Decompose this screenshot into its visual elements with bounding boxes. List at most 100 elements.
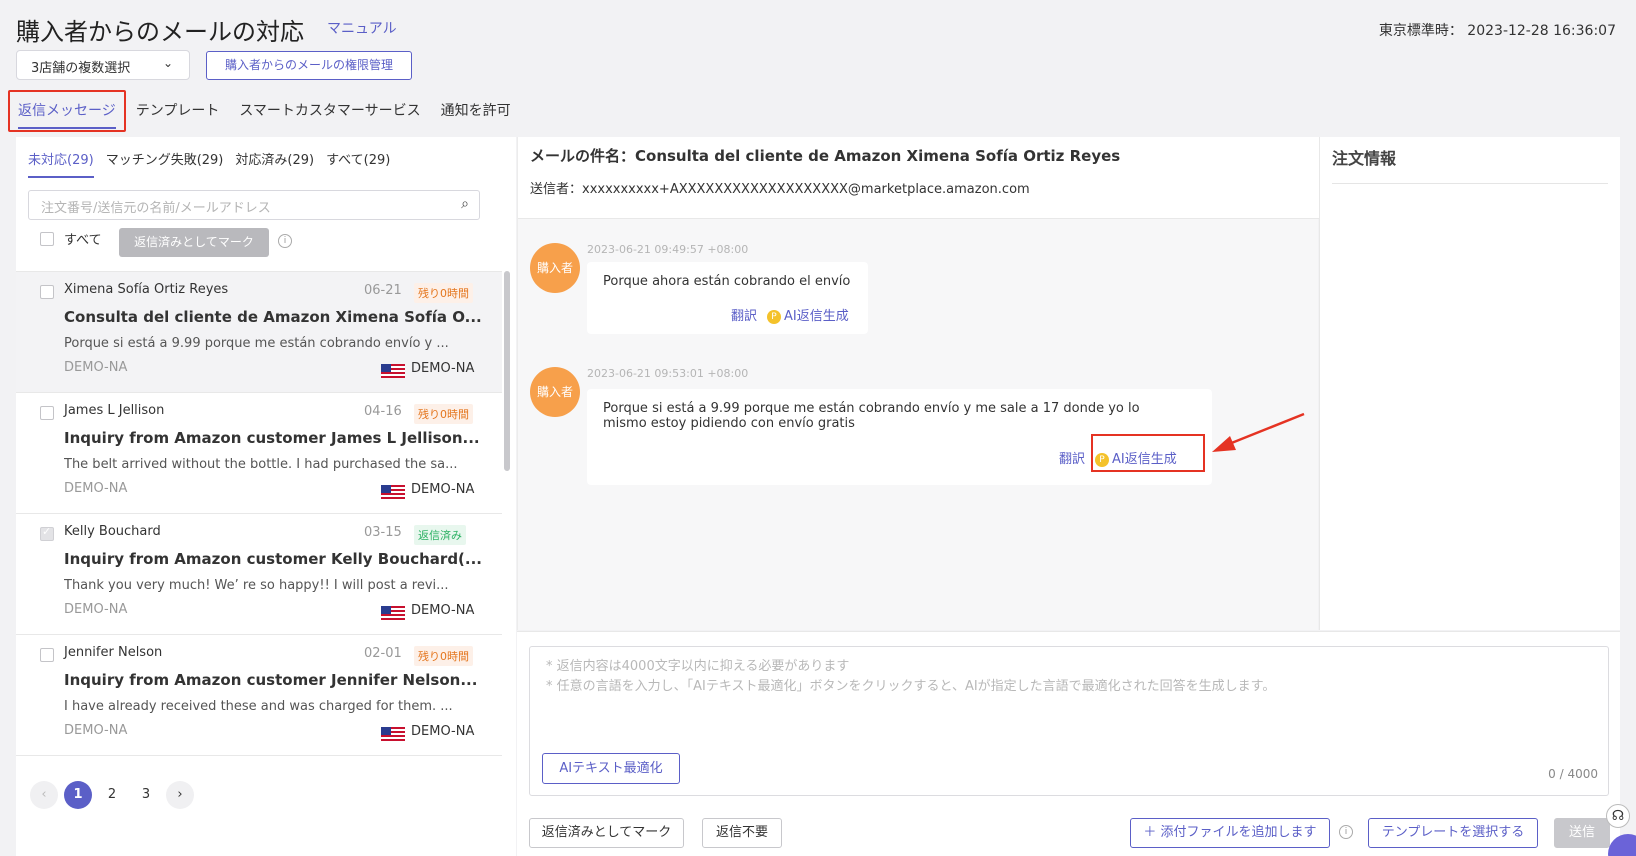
list-divider — [16, 755, 502, 756]
info-icon[interactable]: i — [1339, 825, 1353, 839]
item-store-region: DEMO-NA — [411, 482, 475, 497]
item-date: 03-15 — [364, 525, 402, 540]
conversation-list-panel: 未対応(29) マッチング失敗(29) 対応済み(29) すべて(29) 注文番… — [16, 137, 516, 856]
item-name: Kelly Bouchard — [64, 524, 161, 539]
item-name: Ximena Sofía Ortiz Reyes — [64, 282, 229, 297]
select-all-checkbox[interactable] — [40, 231, 54, 246]
message-time: 2023-06-21 09:49:57 +08:00 — [587, 243, 749, 256]
select-template-button[interactable]: テンプレートを選択する — [1368, 818, 1538, 848]
ai-reply-highlight-box — [1091, 434, 1205, 472]
ai-optimize-button[interactable]: AIテキスト最適化 — [542, 753, 680, 784]
item-preview: Thank you very much! We’ re so happy!! I… — [64, 578, 449, 593]
store-select[interactable]: 3店舗の複数選択 ⌄ — [16, 50, 190, 80]
list-scrollbar[interactable] — [504, 271, 510, 471]
tab-smart-cs[interactable]: スマートカスタマーサービス — [229, 90, 430, 132]
send-button[interactable]: 送信 — [1554, 818, 1610, 848]
item-store: DEMO-NA — [64, 602, 128, 617]
add-attachment-button[interactable]: ＋ 添付ファイルを追加します — [1130, 818, 1330, 848]
us-flag-icon — [381, 364, 405, 378]
page-1[interactable]: 1 — [64, 781, 92, 809]
search-placeholder: 注文番号/送信元の名前/メールアドレス — [41, 201, 271, 216]
divider — [1332, 183, 1608, 184]
headset-icon[interactable]: ☊ — [1606, 804, 1630, 828]
order-info-panel: 注文情報 — [1319, 137, 1620, 630]
item-store-region: DEMO-NA — [411, 361, 475, 376]
item-name: James L Jellison — [64, 403, 165, 418]
coin-icon: P — [767, 309, 782, 324]
tab-underline — [18, 127, 116, 129]
message-subject: メールの件名：Consulta del cliente de Amazon Xi… — [530, 147, 1121, 165]
status-badge: 残り0時間 — [414, 404, 473, 424]
page-title: 購入者からのメールの対応 — [16, 18, 304, 46]
mark-replied-bottom-button[interactable]: 返信済みとしてマーク — [529, 818, 684, 848]
search-icon[interactable]: ⌕ — [461, 196, 469, 212]
item-subject: Inquiry from Amazon customer Kelly Bouch… — [64, 550, 483, 568]
order-info-title: 注文情報 — [1332, 149, 1397, 168]
item-preview: The belt arrived without the bottle. I h… — [64, 457, 458, 472]
item-name: Jennifer Nelson — [64, 645, 163, 660]
item-checkbox[interactable] — [40, 525, 54, 541]
main-tabs: 返信メッセージ テンプレート スマートカスタマーサービス 通知を許可 — [8, 90, 521, 132]
item-checkbox[interactable] — [40, 406, 54, 420]
store-select-value: 3店舗の複数選択 — [31, 61, 131, 76]
item-checkbox[interactable] — [40, 285, 54, 299]
mark-replied-button[interactable]: 返信済みとしてマーク — [119, 228, 269, 257]
ai-reply-link[interactable]: P AI返信生成 — [767, 305, 849, 324]
list-item[interactable]: James L Jellison 04-16 残り0時間 Inquiry fro… — [16, 392, 502, 513]
pagination: ‹ 1 2 3 › — [30, 781, 194, 809]
ai-reply-label: AI返信生成 — [784, 309, 849, 324]
annotation-arrow-icon — [1212, 412, 1305, 452]
item-date: 02-01 — [364, 646, 402, 661]
page-3[interactable]: 3 — [132, 781, 160, 809]
tab-reply-messages[interactable]: 返信メッセージ — [8, 90, 126, 132]
item-store-region: DEMO-NA — [411, 603, 475, 618]
filter-tab-all[interactable]: すべて(29) — [326, 149, 390, 178]
manual-link[interactable]: マニュアル — [327, 18, 397, 38]
status-badge: 残り0時間 — [414, 646, 473, 666]
list-item[interactable]: Jennifer Nelson 02-01 残り0時間 Inquiry from… — [16, 634, 502, 755]
item-subject: Consulta del cliente de Amazon Ximena So… — [64, 308, 482, 326]
page-2[interactable]: 2 — [98, 781, 126, 809]
tab-templates[interactable]: テンプレート — [126, 90, 230, 132]
list-item[interactable]: Ximena Sofía Ortiz Reyes 06-21 残り0時間 Con… — [16, 271, 502, 392]
message-header: メールの件名：Consulta del cliente de Amazon Xi… — [518, 137, 1319, 219]
message-text-line1: Porque si está a 9.99 porque me están co… — [603, 401, 1140, 416]
avatar: 購入者 — [530, 367, 580, 417]
filter-tab-match-failed[interactable]: マッチング失敗(29) — [106, 149, 224, 178]
message-thread-panel: メールの件名：Consulta del cliente de Amazon Xi… — [517, 137, 1319, 630]
reply-placeholder-1: * 返信内容は4000文字以内に抑える必要があります — [546, 659, 850, 674]
message-actions: 翻訳 P AI返信生成 — [731, 305, 849, 324]
tab-notifications[interactable]: 通知を許可 — [431, 90, 521, 132]
item-store: DEMO-NA — [64, 723, 128, 738]
tab-label: 返信メッセージ — [18, 103, 116, 119]
select-all[interactable]: すべて — [40, 229, 102, 248]
item-store-region: DEMO-NA — [411, 724, 475, 739]
item-preview: Porque si está a 9.99 porque me están co… — [64, 336, 449, 351]
info-icon[interactable]: i — [278, 234, 292, 248]
no-reply-button[interactable]: 返信不要 — [702, 818, 782, 848]
translate-link[interactable]: 翻訳 — [731, 305, 757, 324]
us-flag-icon — [381, 485, 405, 499]
filter-tab-handled[interactable]: 対応済み(29) — [235, 149, 314, 178]
permission-button[interactable]: 購入者からのメールの権限管理 — [206, 51, 412, 80]
translate-link[interactable]: 翻訳 — [1059, 448, 1085, 467]
message-text-line2: mismo estoy pidiendo con envío gratis — [603, 416, 855, 431]
chevron-right-icon[interactable]: › — [166, 781, 194, 809]
reply-placeholder-2: * 任意の言語を入力し、「AIテキスト最適化」ボタンをクリックすると、AIが指定… — [546, 679, 1276, 694]
select-all-label: すべて — [64, 233, 102, 248]
item-date: 04-16 — [364, 404, 402, 419]
char-counter: 0 / 4000 — [1548, 767, 1598, 781]
search-input[interactable]: 注文番号/送信元の名前/メールアドレス ⌕ — [28, 190, 480, 220]
item-checkbox[interactable] — [40, 648, 54, 662]
filter-tabs: 未対応(29) マッチング失敗(29) 対応済み(29) すべて(29) — [28, 149, 390, 178]
chevron-left-icon[interactable]: ‹ — [30, 781, 58, 809]
item-subject: Inquiry from Amazon customer Jennifer Ne… — [64, 671, 478, 689]
status-badge: 返信済み — [414, 525, 466, 545]
reply-textarea[interactable]: * 返信内容は4000文字以内に抑える必要があります * 任意の言語を入力し、「… — [529, 646, 1609, 796]
item-date: 06-21 — [364, 283, 402, 298]
item-preview: I have already received these and was ch… — [64, 699, 453, 714]
filter-tab-unhandled[interactable]: 未対応(29) — [28, 149, 94, 178]
item-store: DEMO-NA — [64, 360, 128, 375]
list-item[interactable]: Kelly Bouchard 03-15 返信済み Inquiry from A… — [16, 513, 502, 634]
clock-display: 東京標準時： 2023-12-28 16:36:07 — [1378, 23, 1616, 39]
